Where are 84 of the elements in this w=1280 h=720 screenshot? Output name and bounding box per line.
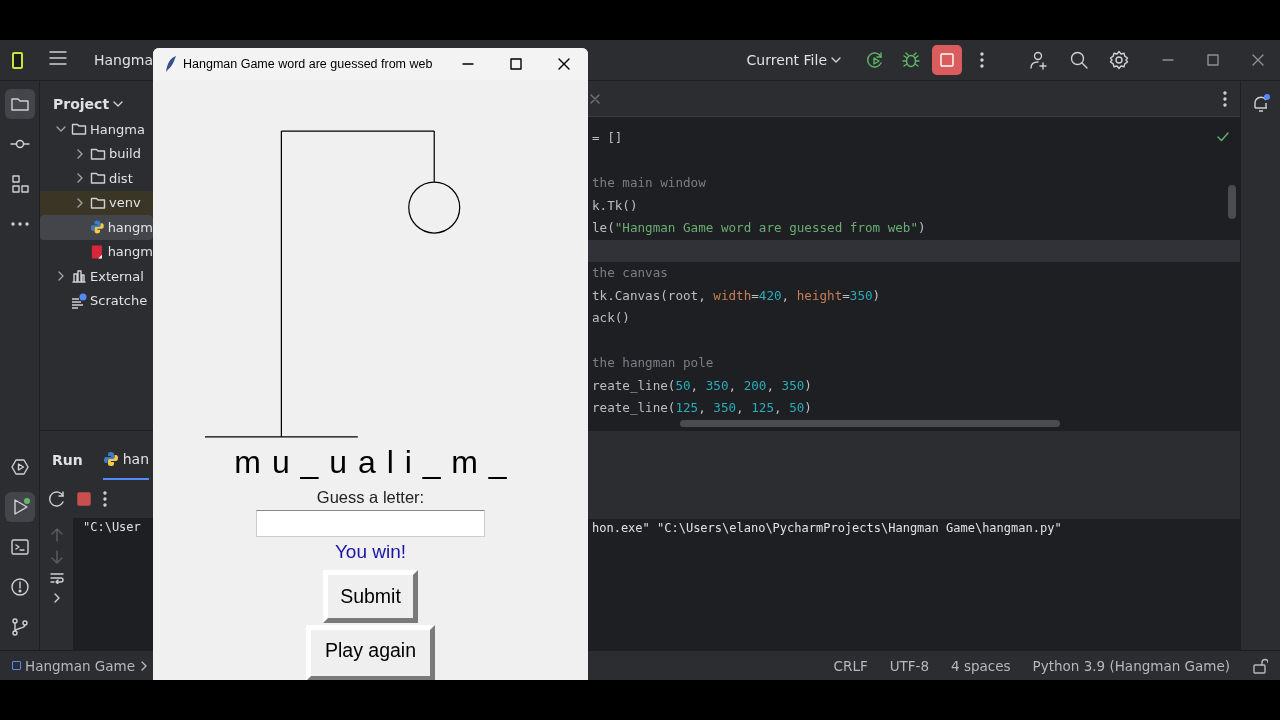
code-line: k.Tk() [591, 196, 638, 215]
run-tab[interactable]: han [102, 440, 150, 480]
branch-icon [9, 617, 30, 637]
scratches-icon [71, 292, 87, 309]
tree-item[interactable]: Scratche [40, 288, 153, 313]
tree-item[interactable]: hangm [40, 215, 153, 240]
more-icon [1222, 89, 1228, 108]
chevron-down-icon [831, 55, 841, 65]
maximize-icon [1206, 54, 1219, 66]
services-icon [9, 457, 30, 477]
check-icon [1216, 130, 1230, 144]
tree-item[interactable]: External [40, 264, 153, 289]
run-panel-title: Run [52, 452, 83, 468]
structure-icon [9, 174, 30, 194]
close-icon [1251, 54, 1264, 66]
play-again-button[interactable]: Play again [305, 625, 436, 680]
tree-item[interactable]: Hangma [40, 117, 153, 142]
status-item[interactable]: 4 spaces [951, 657, 1011, 674]
chevron-right-icon [139, 659, 149, 672]
soft-wrap-icon [49, 572, 64, 584]
up-arrow-icon [50, 528, 63, 542]
code-line: tk.Canvas(root, width=420, height=350) [591, 286, 881, 305]
tree-item[interactable]: dist [40, 166, 153, 191]
code-line: reate_line(125, 350, 125, 50) [591, 399, 812, 417]
tree-item[interactable]: build [40, 141, 153, 166]
tool-window-button[interactable] [4, 89, 35, 119]
guess-input[interactable] [256, 510, 485, 537]
word-display: m u _ u a l i _ m _ [234, 443, 507, 482]
hangman-head [408, 181, 461, 234]
tree-item[interactable]: venv [40, 190, 153, 215]
project-name[interactable]: Hangma [93, 52, 153, 68]
guess-label: Guess a letter: [316, 487, 425, 508]
menu-icon [47, 48, 68, 68]
status-item[interactable]: Python 3.9 (Hangman Game) [1032, 657, 1230, 674]
search-icon [1069, 50, 1089, 70]
code-line: reate_line(50, 350, 200, 350) [591, 376, 812, 395]
add-user-icon [1029, 50, 1049, 70]
submit-button[interactable]: Submit [323, 570, 418, 623]
feather-icon [165, 55, 177, 73]
scrollbar-thumb[interactable] [1228, 185, 1236, 219]
bug-icon [901, 50, 921, 70]
run-config-dropdown[interactable]: Current File [746, 52, 841, 68]
python-file-icon [102, 451, 119, 467]
folder-icon [71, 121, 87, 138]
breadcrumb[interactable]: Hangman Game [25, 657, 149, 674]
app-logo [12, 51, 23, 69]
rerun-icon [48, 490, 66, 508]
stop-icon [939, 52, 955, 68]
stop-button[interactable] [932, 45, 962, 75]
problems-icon [9, 577, 30, 597]
tree-item[interactable]: hangm [40, 239, 153, 264]
chevron-down-icon [113, 99, 124, 109]
scrollbar-thumb[interactable] [680, 420, 1060, 427]
stop-icon [76, 491, 92, 507]
window-title: Hangman Game word are guessed from web [183, 57, 433, 71]
settings-icon [1109, 50, 1129, 70]
console-output: hon.exe" "C:\Users\elano\PycharmProjects\Hangman Game\hangman.py" [592, 521, 1062, 535]
code-line: the canvas [591, 264, 668, 282]
terminal-icon [9, 537, 30, 557]
more-icon [102, 490, 108, 508]
close-icon [590, 93, 600, 104]
code-line: = [] [591, 129, 623, 147]
console-output: "C:\User [83, 520, 141, 534]
result-message: You win! [334, 540, 407, 564]
code-line: the main window [591, 174, 706, 192]
code-line: le("Hangman Game word are guessed from web") [591, 219, 926, 237]
code-line: the hangman pole [591, 354, 714, 372]
more-icon [979, 50, 985, 70]
rerun-icon [865, 50, 885, 70]
library-icon [71, 268, 87, 285]
code-line: ack() [591, 309, 630, 327]
close-icon [558, 58, 570, 70]
module-icon [12, 661, 21, 670]
maximize-icon [510, 58, 522, 70]
tool-window-button[interactable] [4, 492, 35, 522]
folder-icon [90, 170, 106, 187]
status-item[interactable]: CRLF [833, 657, 868, 674]
more-icon [10, 222, 29, 226]
status-item[interactable]: UTF-8 [889, 657, 930, 674]
file-icon [90, 243, 105, 260]
lock-icon [1252, 657, 1268, 674]
python-file-icon [90, 219, 105, 236]
project-dropdown[interactable]: Project [53, 91, 124, 117]
down-arrow-icon [50, 550, 63, 564]
